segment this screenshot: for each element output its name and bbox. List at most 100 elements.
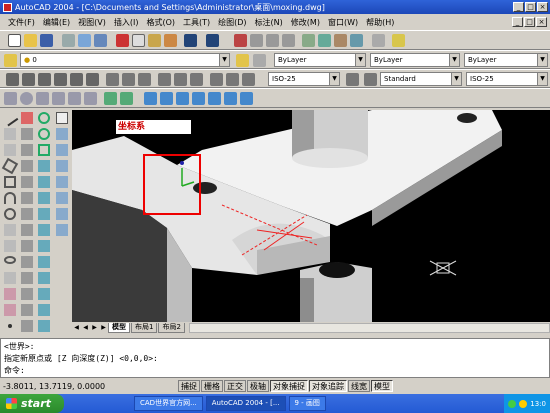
revolve-icon[interactable]	[120, 92, 133, 105]
construction-line-icon[interactable]	[4, 128, 16, 140]
wedge-solid-icon[interactable]	[68, 92, 81, 105]
tab-layout1[interactable]: 布局1	[131, 323, 158, 333]
torus-solid-icon[interactable]	[84, 92, 97, 105]
angular-dimension-icon[interactable]	[86, 73, 99, 86]
menu-draw[interactable]: 绘图(D)	[214, 17, 250, 28]
close-button[interactable]: ×	[537, 2, 548, 12]
revision-cloud-icon[interactable]	[4, 224, 16, 236]
snap-center-icon[interactable]	[38, 112, 50, 124]
text-style-icon[interactable]	[364, 73, 377, 86]
zoom-window-icon[interactable]	[266, 34, 279, 47]
linear-dimension-icon[interactable]	[6, 73, 19, 86]
properties-icon[interactable]	[302, 34, 315, 47]
menu-format[interactable]: 格式(O)	[142, 17, 179, 28]
osnap-settings-icon[interactable]	[38, 320, 50, 332]
scale-icon[interactable]	[21, 224, 33, 236]
diameter-dimension-icon[interactable]	[70, 73, 83, 86]
doc-minimize-button[interactable]: _	[512, 17, 523, 27]
snap-endpoint-icon[interactable]	[38, 160, 50, 172]
layer-manager-icon[interactable]	[4, 54, 17, 67]
leader-icon[interactable]	[158, 73, 171, 86]
circle-icon[interactable]	[4, 208, 16, 220]
lineweight-toggle[interactable]: 线宽	[348, 380, 370, 392]
help-icon[interactable]	[392, 34, 405, 47]
osnap-toggle[interactable]: 对象捕捉	[270, 380, 308, 392]
paste-icon[interactable]	[148, 34, 161, 47]
continue-dimension-icon[interactable]	[138, 73, 151, 86]
taskbar-app-paint[interactable]: 9 - 画图	[288, 396, 326, 411]
redo-icon[interactable]	[206, 34, 219, 47]
mirror-icon[interactable]	[21, 144, 33, 156]
tab-next-button[interactable]: ▶	[90, 323, 99, 333]
snap-quadrant-icon[interactable]	[38, 128, 50, 140]
sphere-solid-icon[interactable]	[20, 92, 33, 105]
ellipse-icon[interactable]	[4, 256, 16, 264]
gouraud-edges-icon[interactable]	[240, 92, 253, 105]
copy-object-icon[interactable]	[21, 128, 33, 140]
menu-modify[interactable]: 修改(M)	[287, 17, 324, 28]
center-mark-icon[interactable]	[190, 73, 203, 86]
tab-prev-button[interactable]: ◀	[81, 323, 90, 333]
doc-restore-button[interactable]: □	[524, 17, 535, 27]
interfere-icon[interactable]	[56, 208, 68, 220]
array-icon[interactable]	[21, 176, 33, 188]
publish-icon[interactable]	[94, 34, 107, 47]
trim-icon[interactable]	[21, 256, 33, 268]
stretch-icon[interactable]	[21, 240, 33, 252]
snap-nearest-icon[interactable]	[38, 288, 50, 300]
copy-icon[interactable]	[132, 34, 145, 47]
menu-file[interactable]: 文件(F)	[4, 17, 39, 28]
ellipse-arc-icon[interactable]	[4, 272, 16, 284]
menu-view[interactable]: 视图(V)	[74, 17, 110, 28]
dimstyle-dropdown-1[interactable]: ISO-25 ▼	[268, 72, 340, 86]
lineweight-dropdown[interactable]: ByLayer ▼	[464, 53, 548, 67]
cone-solid-icon[interactable]	[52, 92, 65, 105]
menu-insert[interactable]: 插入(I)	[110, 17, 143, 28]
layer-previous-icon[interactable]	[253, 54, 266, 67]
insert-block-icon[interactable]	[4, 288, 16, 300]
doc-close-button[interactable]: ×	[536, 17, 547, 27]
solid-edit-icon[interactable]	[56, 224, 68, 236]
extend-icon[interactable]	[21, 272, 33, 284]
radius-dimension-icon[interactable]	[54, 73, 67, 86]
line-icon[interactable]	[1, 109, 19, 127]
color-dropdown[interactable]: ByLayer ▼	[274, 53, 366, 67]
snap-none-icon[interactable]	[38, 304, 50, 316]
2d-wireframe-icon[interactable]	[144, 92, 157, 105]
snap-tangent-icon[interactable]	[38, 144, 50, 156]
start-button[interactable]: start	[0, 394, 64, 413]
tray-icon[interactable]	[508, 399, 517, 408]
polar-toggle[interactable]: 极轴	[247, 380, 269, 392]
new-file-icon[interactable]	[8, 34, 21, 47]
ordinate-dimension-icon[interactable]	[38, 73, 51, 86]
menu-dimension[interactable]: 标注(N)	[251, 17, 287, 28]
snap-intersection-icon[interactable]	[38, 192, 50, 204]
horizontal-scrollbar[interactable]	[188, 323, 550, 333]
tab-first-button[interactable]: ◀	[72, 323, 81, 333]
chamfer-icon[interactable]	[21, 304, 33, 316]
hidden-icon[interactable]	[176, 92, 189, 105]
menu-window[interactable]: 窗口(W)	[324, 17, 362, 28]
tab-layout2[interactable]: 布局2	[158, 323, 185, 333]
maximize-button[interactable]: □	[525, 2, 536, 12]
design-center-icon[interactable]	[318, 34, 331, 47]
fillet-icon[interactable]	[21, 320, 33, 332]
snap-insert-icon[interactable]	[38, 256, 50, 268]
print-icon[interactable]	[62, 34, 75, 47]
offset-icon[interactable]	[21, 160, 33, 172]
point-icon[interactable]	[8, 324, 12, 328]
flat-edges-icon[interactable]	[224, 92, 237, 105]
pan-icon[interactable]	[234, 34, 247, 47]
tab-last-button[interactable]: ▶	[99, 323, 108, 333]
arc-icon[interactable]	[4, 192, 16, 204]
spline-icon[interactable]	[4, 240, 16, 252]
layer-dropdown[interactable]: ● 0 ▼	[20, 53, 230, 67]
box-solid-icon[interactable]	[4, 92, 17, 105]
erase-icon[interactable]	[21, 112, 33, 124]
make-block-icon[interactable]	[4, 304, 16, 316]
baseline-dimension-icon[interactable]	[122, 73, 135, 86]
subtract-icon[interactable]	[56, 144, 68, 156]
polygon-icon[interactable]	[1, 157, 19, 175]
snap-perpendicular-icon[interactable]	[38, 224, 50, 236]
open-file-icon[interactable]	[24, 34, 37, 47]
